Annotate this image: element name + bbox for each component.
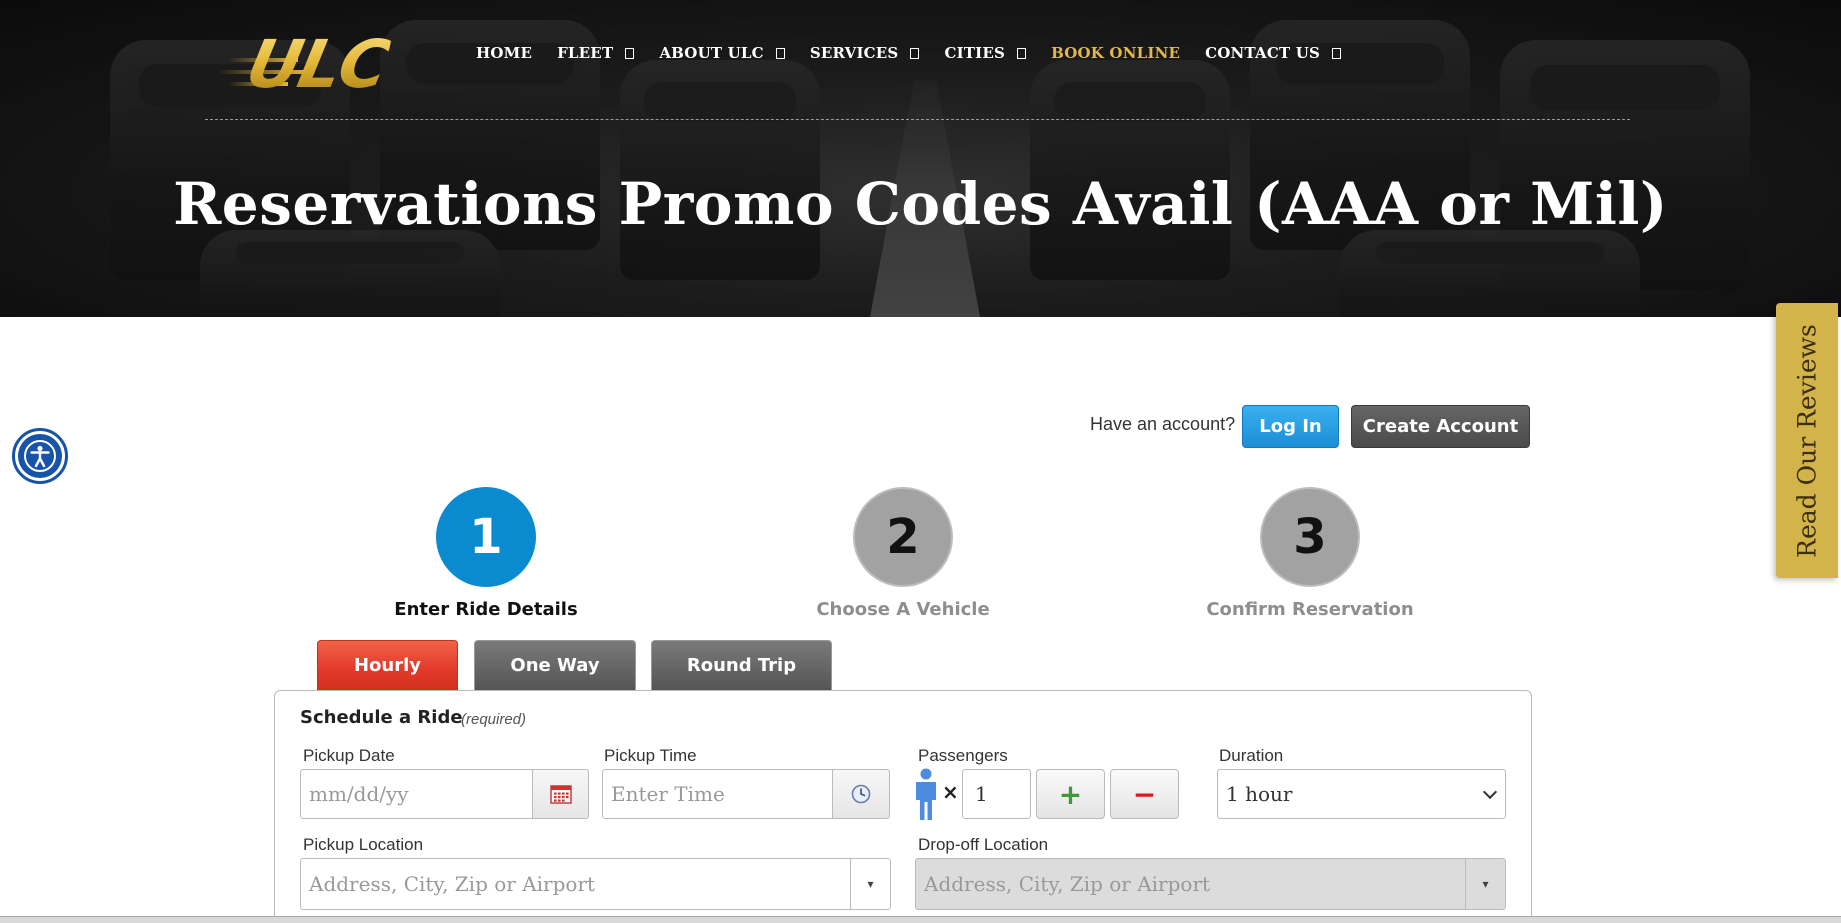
pickup-date-input[interactable]: mm/dd/yy bbox=[300, 769, 533, 819]
main-nav: HOME FLEET ABOUT ULC SERVICES CITIES BOO… bbox=[476, 44, 1366, 62]
nav-cities[interactable]: CITIES bbox=[944, 44, 1027, 62]
pickup-location-dropdown[interactable]: ▾ bbox=[850, 859, 890, 909]
increase-passengers-button[interactable]: + bbox=[1036, 769, 1105, 819]
calendar-button[interactable] bbox=[532, 769, 589, 819]
pickup-location-label: Pickup Location bbox=[303, 835, 424, 854]
step-enter-ride-details: 1 Enter Ride Details bbox=[356, 487, 616, 620]
read-reviews-tab[interactable]: Read Our Reviews bbox=[1776, 303, 1838, 578]
nav-book-label: BOOK ONLINE bbox=[1051, 44, 1181, 62]
nav-book-online[interactable]: BOOK ONLINE bbox=[1051, 44, 1180, 62]
schedule-ride-title: Schedule a Ride bbox=[300, 707, 463, 728]
tab-one-way[interactable]: One Way bbox=[474, 640, 636, 690]
duration-select[interactable]: 1 hour bbox=[1217, 769, 1506, 819]
pickup-location-input[interactable]: Address, City, Zip or Airport ▾ bbox=[300, 858, 891, 910]
nav-fleet-label: FLEET bbox=[557, 44, 614, 62]
passenger-count-input[interactable]: 1 bbox=[962, 769, 1031, 819]
calendar-icon bbox=[549, 785, 572, 804]
pickup-time-input[interactable]: Enter Time bbox=[602, 769, 833, 819]
step-number: 2 bbox=[853, 487, 953, 587]
dropoff-location-dropdown[interactable]: ▾ bbox=[1465, 859, 1505, 909]
accessibility-button[interactable] bbox=[12, 428, 68, 484]
pickup-location-placeholder: Address, City, Zip or Airport bbox=[309, 872, 596, 896]
dropoff-location-input[interactable]: Address, City, Zip or Airport ▾ bbox=[915, 858, 1506, 910]
nav-home-label: HOME bbox=[476, 44, 533, 62]
nav-about-ulc[interactable]: ABOUT ULC bbox=[659, 44, 785, 62]
pickup-date-label: Pickup Date bbox=[303, 746, 395, 765]
dropoff-location-placeholder: Address, City, Zip or Airport bbox=[924, 872, 1211, 896]
nav-services-label: SERVICES bbox=[809, 44, 899, 62]
dropoff-location-label: Drop-off Location bbox=[918, 835, 1049, 854]
horizontal-scrollbar[interactable] bbox=[0, 916, 1841, 923]
page: ULC HOME FLEET ABOUT ULC SERVICES CITIES… bbox=[0, 0, 1841, 923]
passengers-label: Passengers bbox=[918, 746, 1008, 765]
hero-divider bbox=[205, 119, 1630, 120]
plus-icon: + bbox=[1058, 777, 1083, 811]
accessibility-figure-icon bbox=[24, 440, 56, 472]
required-note: (required) bbox=[461, 711, 527, 728]
logo-text: ULC bbox=[239, 26, 395, 103]
submenu-icon bbox=[1332, 47, 1342, 59]
accessibility-icon bbox=[18, 434, 62, 478]
login-button[interactable]: Log In bbox=[1242, 405, 1339, 448]
nav-about-label: ABOUT ULC bbox=[659, 44, 764, 62]
time-picker-button[interactable] bbox=[832, 769, 890, 819]
account-question: Have an account? bbox=[1090, 414, 1236, 434]
minus-icon: − bbox=[1132, 777, 1157, 811]
duration-value: 1 hour bbox=[1226, 782, 1293, 806]
brand-logo[interactable]: ULC bbox=[218, 26, 418, 103]
nav-contact-label: CONTACT US bbox=[1205, 44, 1321, 62]
chevron-down-icon bbox=[1482, 784, 1498, 800]
step-label: Choose A Vehicle bbox=[816, 599, 990, 620]
tab-hourly[interactable]: Hourly bbox=[317, 640, 458, 690]
nav-cities-label: CITIES bbox=[944, 44, 1006, 62]
nav-services[interactable]: SERVICES bbox=[810, 44, 920, 62]
clock-icon bbox=[851, 784, 871, 804]
create-account-button[interactable]: Create Account bbox=[1351, 405, 1530, 448]
step-number: 1 bbox=[436, 487, 536, 587]
multiply-icon: × bbox=[942, 780, 959, 804]
step-label: Enter Ride Details bbox=[394, 599, 578, 620]
submenu-icon bbox=[1017, 47, 1027, 59]
duration-label: Duration bbox=[1219, 746, 1284, 765]
step-choose-vehicle: 2 Choose A Vehicle bbox=[773, 487, 1033, 620]
submenu-icon bbox=[910, 47, 920, 59]
submenu-icon bbox=[775, 47, 785, 59]
passenger-person-icon bbox=[916, 768, 936, 820]
step-confirm-reservation: 3 Confirm Reservation bbox=[1180, 487, 1440, 620]
nav-home[interactable]: HOME bbox=[476, 44, 532, 62]
caret-down-icon: ▾ bbox=[1482, 877, 1489, 891]
caret-down-icon: ▾ bbox=[867, 877, 874, 891]
step-label: Confirm Reservation bbox=[1206, 599, 1414, 620]
read-reviews-label: Read Our Reviews bbox=[1792, 323, 1822, 558]
nav-fleet[interactable]: FLEET bbox=[557, 44, 635, 62]
tab-round-trip[interactable]: Round Trip bbox=[651, 640, 832, 690]
hero-banner: ULC HOME FLEET ABOUT ULC SERVICES CITIES… bbox=[0, 0, 1841, 317]
step-number: 3 bbox=[1260, 487, 1360, 587]
decrease-passengers-button[interactable]: − bbox=[1110, 769, 1179, 819]
pickup-time-label: Pickup Time bbox=[604, 746, 697, 765]
nav-contact-us[interactable]: CONTACT US bbox=[1205, 44, 1342, 62]
page-title: Reservations Promo Codes Avail (AAA or M… bbox=[173, 170, 1668, 238]
submenu-icon bbox=[625, 47, 635, 59]
